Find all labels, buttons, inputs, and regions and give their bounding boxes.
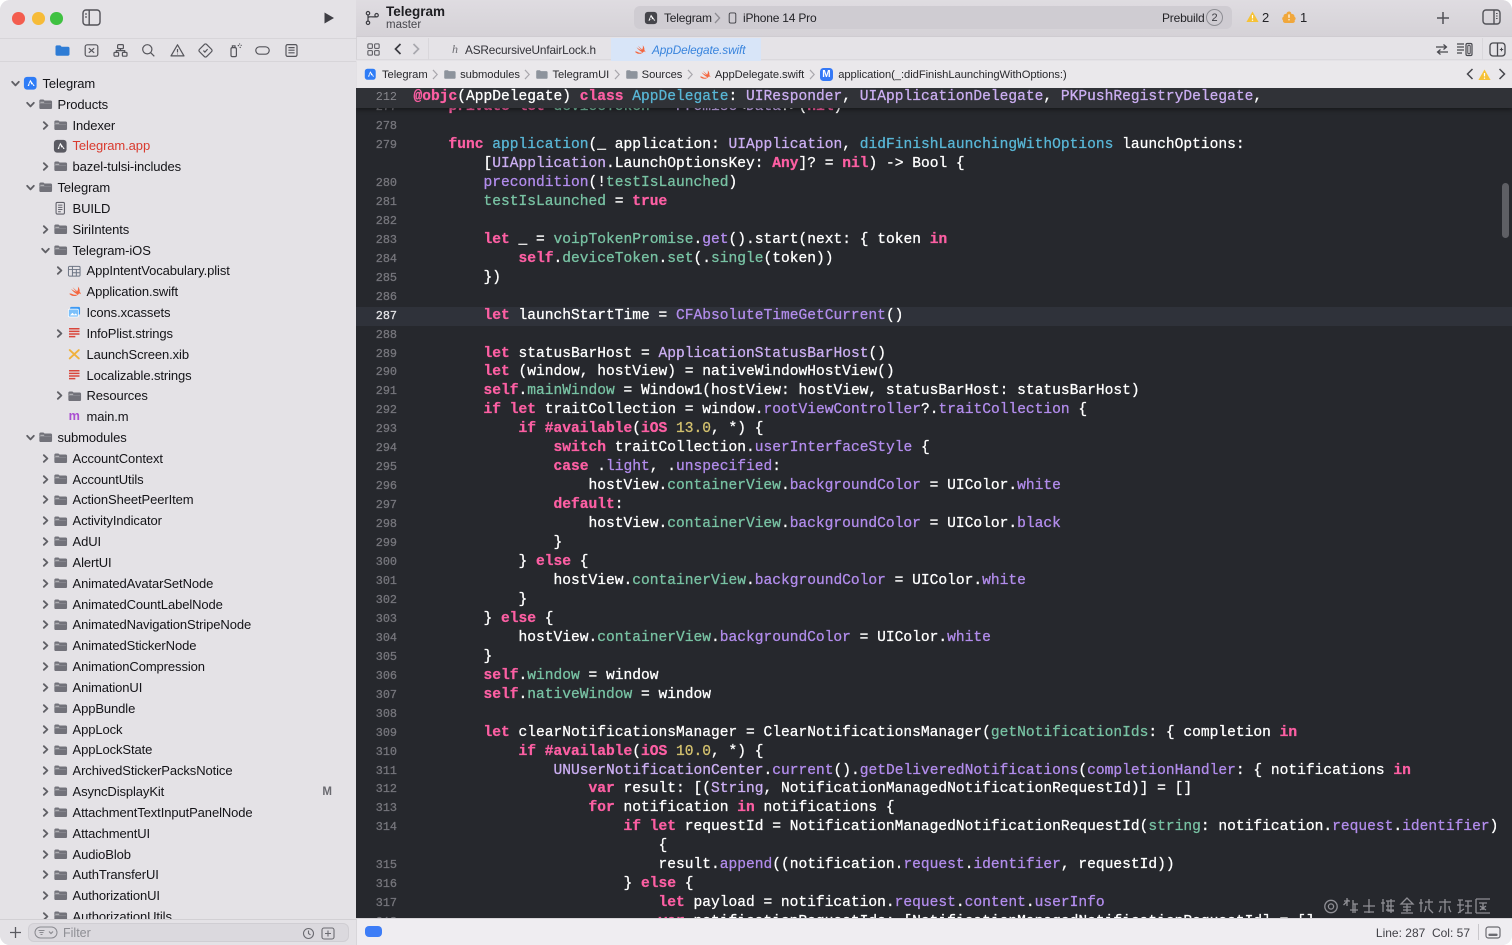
svg-text:m: m [69,409,80,423]
